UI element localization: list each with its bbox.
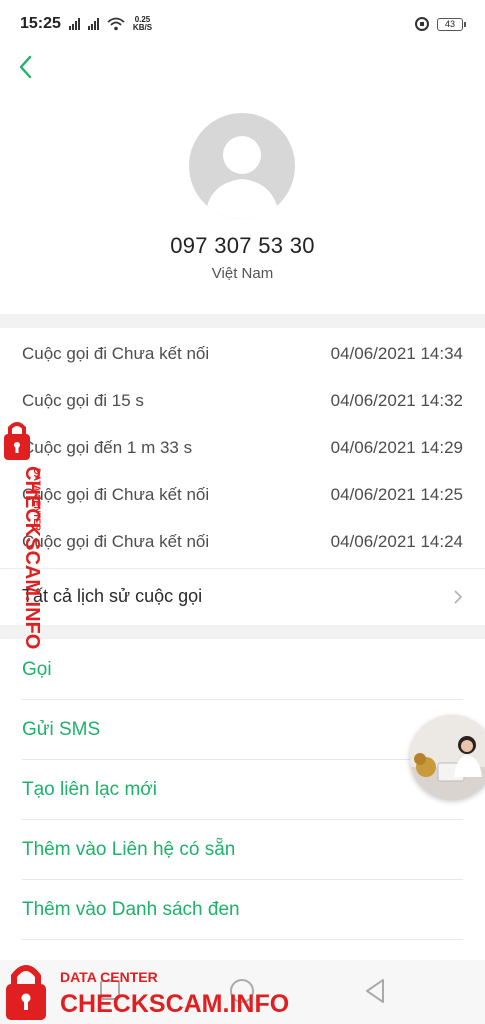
call-type: Cuộc gọi đi 15 s [22,390,144,410]
all-call-history-link[interactable]: Tất cả lịch sử cuộc gọi [0,568,485,624]
call-log-row: Cuộc gọi đi Chưa kết nối 04/06/2021 14:3… [0,330,485,377]
network-speed-unit: KB/S [132,23,153,32]
call-type: Cuộc gọi đi Chưa kết nối [22,484,210,504]
person-photo-icon [410,715,485,799]
rotation-lock-icon [415,17,429,31]
contact-avatar [189,113,295,219]
call-datetime: 04/06/2021 14:25 [330,484,463,504]
phone-number: 097 307 53 30 [170,233,315,258]
call-datetime: 04/06/2021 14:32 [330,390,463,410]
chevron-right-icon [454,589,463,604]
call-type: Cuộc gọi đi Chưa kết nối [22,531,210,551]
call-log-row: Cuộc gọi đến 1 m 33 s 04/06/2021 14:29 [0,424,485,471]
battery-icon: 43 [437,17,466,31]
signal-icon [68,18,80,30]
call-log-row: Cuộc gọi đi Chưa kết nối 04/06/2021 14:2… [0,471,485,518]
status-time: 15:25 [20,15,61,32]
watermark-bottom-bottom: CHECKSCAM.INFO [60,990,289,1018]
call-datetime: 04/06/2021 14:34 [330,343,463,363]
section-separator [0,314,485,328]
add-to-blacklist-action[interactable]: Thêm vào Danh sách đen [0,880,485,940]
add-to-existing-contact-action[interactable]: Thêm vào Liên hệ có sẵn [0,820,485,880]
floating-chat-bubble[interactable] [410,715,485,799]
status-bar: 15:25 0.25 KB/S 43 [0,0,485,48]
watermark-side: CHECKSCAM.INFO DATA CENTER [4,422,43,649]
call-log-row: Cuộc gọi đi 15 s 04/06/2021 14:32 [0,377,485,424]
person-silhouette-icon [205,136,279,219]
chevron-left-icon [19,55,32,79]
network-speed: 0.25 KB/S [133,16,152,32]
call-datetime: 04/06/2021 14:29 [330,437,463,457]
call-type: Cuộc gọi đến 1 m 33 s [22,437,193,457]
watermark-bottom-top: DATA CENTER [60,969,158,985]
section-separator [0,625,485,639]
contact-country: Việt Nam [211,265,274,282]
watermark-side-top: DATA CENTER [32,468,42,531]
call-log-row: Cuộc gọi đi Chưa kết nối 04/06/2021 14:2… [0,518,485,565]
all-call-history-label: Tất cả lịch sử cuộc gọi [22,586,203,606]
call-action[interactable]: Gọi [0,640,485,700]
divider [22,939,463,940]
watermark-bottom: DATA CENTER CHECKSCAM.INFO [6,965,289,1020]
wifi-icon [107,17,125,31]
call-type: Cuộc gọi đi Chưa kết nối [22,343,210,363]
back-button[interactable] [12,52,38,82]
nav-back-button[interactable] [364,978,386,1004]
call-datetime: 04/06/2021 14:24 [330,531,463,551]
signal-icon-2 [87,18,99,30]
